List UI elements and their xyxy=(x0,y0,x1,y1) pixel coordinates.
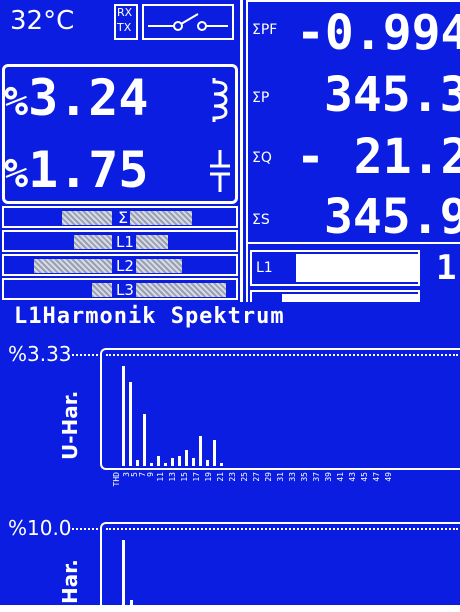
phase-row-sum: Σ xyxy=(2,206,238,228)
bar-sum-left xyxy=(62,211,112,225)
readout-2-unit: % xyxy=(4,151,29,197)
phase-label-l1: L1 xyxy=(116,233,134,251)
chart2-ymax-label: %10.0 xyxy=(8,516,72,540)
x-tick: THD xyxy=(112,472,121,487)
readout-1-unit: % xyxy=(4,79,29,125)
bar-sum-right xyxy=(130,211,192,225)
s-label: ΣS xyxy=(252,212,270,228)
phase-row-l2: L2 xyxy=(2,254,238,276)
l1-bar-marker xyxy=(282,254,296,282)
right-separator xyxy=(248,242,460,244)
x-tick: 33 xyxy=(288,472,297,482)
phase-row-l3: L3 xyxy=(2,278,238,300)
phase-label-l3: L3 xyxy=(116,281,134,299)
readout-2: %1.75 xyxy=(4,140,149,204)
phase-row-l1: L1 xyxy=(2,230,238,252)
harmonic-bar-7 xyxy=(164,463,167,466)
x-tick: 9 xyxy=(146,472,155,477)
bar-l3-right xyxy=(136,283,226,297)
harmonic-bar-10 xyxy=(185,450,188,466)
harmonic-bar-thd xyxy=(122,366,125,466)
l1-bar-fill xyxy=(282,254,418,282)
x-tick: 25 xyxy=(240,472,249,482)
vertical-divider-2 xyxy=(246,0,248,302)
capacitor-icon xyxy=(208,148,232,198)
x-tick: 11 xyxy=(156,472,165,482)
harmonic-bar-13 xyxy=(206,460,209,466)
x-tick: 49 xyxy=(384,472,393,482)
l1-bar-row: L1 xyxy=(250,250,420,286)
s-value: 345.9 xyxy=(324,189,460,245)
x-tick: 35 xyxy=(300,472,309,482)
x-tick: 13 xyxy=(168,472,177,482)
chart1-plot xyxy=(112,356,452,466)
x-tick: 21 xyxy=(216,472,225,482)
harmonic-bar-8 xyxy=(171,458,174,466)
harmonic-bar-4 xyxy=(143,414,146,466)
x-tick: 45 xyxy=(360,472,369,482)
chart1-x-ticks: THD 3 5 7 9 11 13 15 17 19 21 23 25 27 2… xyxy=(112,472,460,508)
harmonic-bar-6 xyxy=(157,456,160,466)
harmonic-bar-15 xyxy=(220,463,223,466)
tx-label: TX xyxy=(117,21,132,34)
harmonic-bar-12 xyxy=(199,436,202,466)
chart1-frame xyxy=(100,348,460,470)
harmonic-bar-11 xyxy=(192,458,195,466)
x-tick: 27 xyxy=(252,472,261,482)
q-label: ΣQ xyxy=(252,150,272,166)
chart2-bar-2 xyxy=(130,600,133,610)
chart2-grid-top xyxy=(106,528,458,530)
bar-l3-left xyxy=(92,283,112,297)
inductor-icon xyxy=(210,76,232,126)
harmonics-title: L1Harmonik Spektrum xyxy=(14,304,285,329)
x-tick: 41 xyxy=(336,472,345,482)
harmonic-bar-3 xyxy=(136,460,139,466)
p-label: ΣP xyxy=(252,90,270,106)
chart1-ymax-label: %3.33 xyxy=(8,342,72,366)
harmonic-bar-9 xyxy=(178,456,181,466)
bar-l1-right xyxy=(136,235,168,249)
phase-label-l2: L2 xyxy=(116,257,134,275)
x-tick: 29 xyxy=(264,472,273,482)
chart2-top-dotted xyxy=(72,528,98,530)
chart2-ylabel: Har. xyxy=(58,559,82,604)
l1-value: 1 xyxy=(436,248,457,288)
p-value: 345.3 xyxy=(324,67,460,123)
q-value: - 21.2 xyxy=(296,129,460,185)
readout-2-value: 1.75 xyxy=(28,141,149,199)
x-tick: 19 xyxy=(204,472,213,482)
pf-value: -0.994 xyxy=(296,5,460,61)
phase-bars: Σ L1 L2 L3 xyxy=(2,206,238,302)
x-tick: 47 xyxy=(372,472,381,482)
rx-tx-indicator: RX TX xyxy=(114,4,138,40)
pf-label: ΣPF xyxy=(252,22,278,38)
chart2-frame xyxy=(100,522,460,612)
chart2-bar-thd xyxy=(122,540,125,610)
x-tick: 37 xyxy=(312,472,321,482)
x-tick: 43 xyxy=(348,472,357,482)
x-tick: 15 xyxy=(180,472,189,482)
chart1-ylabel: U-Har. xyxy=(58,390,82,460)
x-tick: 39 xyxy=(324,472,333,482)
bar-l1-left xyxy=(74,235,112,249)
l1-bar-label: L1 xyxy=(256,260,273,276)
phase-label-sum: Σ xyxy=(118,208,129,227)
harmonic-bar-5 xyxy=(150,463,153,466)
x-tick: 31 xyxy=(276,472,285,482)
vertical-divider xyxy=(240,0,243,302)
x-tick: 17 xyxy=(192,472,201,482)
temperature-box: 32°C xyxy=(2,2,108,44)
temperature-label: 32°C xyxy=(10,6,75,36)
x-tick: 23 xyxy=(228,472,237,482)
readout-1: %3.24 xyxy=(4,68,149,132)
harmonic-bar-14 xyxy=(213,440,216,466)
relay-switch-icon xyxy=(142,4,234,40)
bar-l2-right xyxy=(136,259,182,273)
readout-1-value: 3.24 xyxy=(28,69,149,127)
chart1-top-dotted xyxy=(72,354,98,356)
harmonic-bar-2 xyxy=(129,382,132,466)
rx-label: RX xyxy=(117,6,133,19)
right-top-line xyxy=(248,0,460,2)
bar-l2-left xyxy=(34,259,112,273)
